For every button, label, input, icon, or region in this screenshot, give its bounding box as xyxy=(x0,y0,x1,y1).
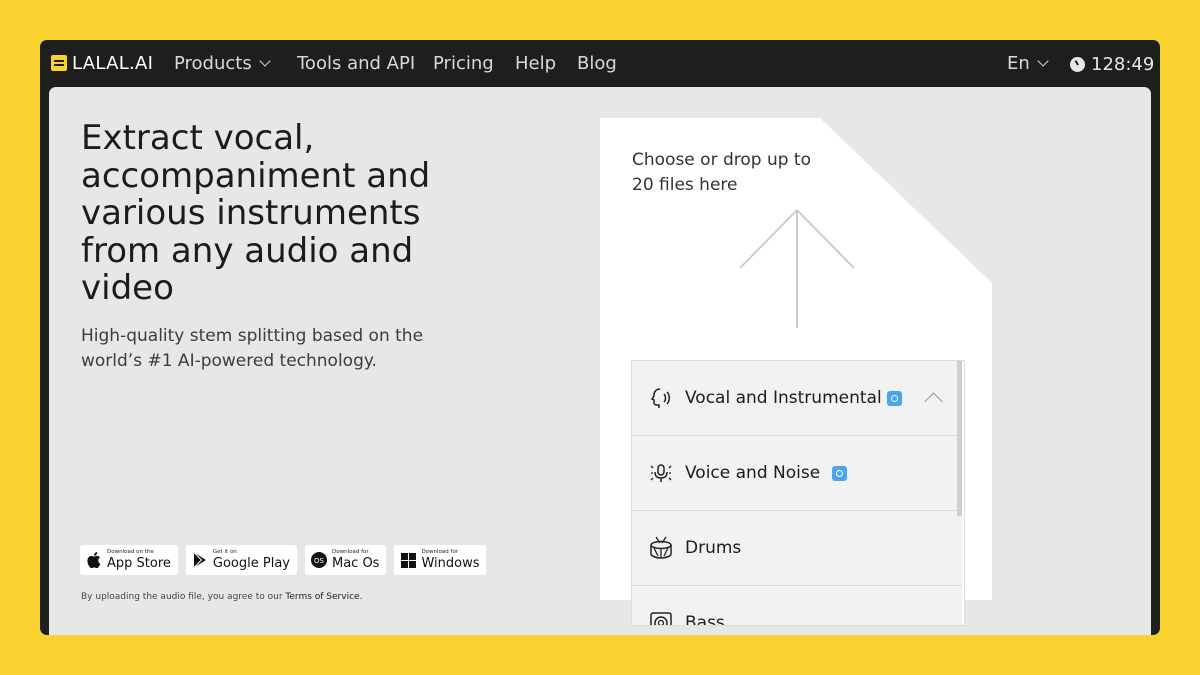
windows-icon xyxy=(400,552,416,568)
page-subtitle: High-quality stem splitting based on the… xyxy=(81,326,424,371)
app-store-small: Download on the xyxy=(107,549,154,556)
stem-label: Drums xyxy=(685,538,742,558)
stem-option-voice-noise[interactable]: Voice and Noise xyxy=(632,436,962,511)
macos-button[interactable]: OS Download for Mac Os xyxy=(304,545,387,575)
nav-products-label: Products xyxy=(174,53,252,74)
bass-speaker-icon xyxy=(648,610,674,625)
google-play-icon xyxy=(192,552,208,568)
microphone-noise-icon xyxy=(648,460,674,486)
stem-option-drums[interactable]: Drums xyxy=(632,511,962,586)
windows-button[interactable]: Download for Windows xyxy=(394,545,487,575)
stem-selector: Vocal and Instrumental Voice and Noise D… xyxy=(631,360,965,626)
premium-badge-icon xyxy=(832,465,848,481)
logo[interactable]: LALAL.AI xyxy=(51,51,153,75)
terms-prefix: By uploading the audio file, you agree t… xyxy=(81,592,283,602)
store-buttons: Download on the App Store Get it on Goog… xyxy=(80,545,487,575)
clock-icon xyxy=(1070,56,1085,72)
premium-badge-icon xyxy=(886,390,902,406)
terms-link[interactable]: Terms of Service. xyxy=(285,592,362,602)
nav-help[interactable]: Help xyxy=(515,52,556,76)
chevron-down-icon xyxy=(259,55,271,67)
stem-label: Vocal and Instrumental xyxy=(685,388,882,408)
app-store-button[interactable]: Download on the App Store xyxy=(80,545,178,575)
stem-option-vocal-instrumental[interactable]: Vocal and Instrumental xyxy=(632,361,962,436)
page-title: Extract vocal, accompaniment and various… xyxy=(81,118,431,308)
upload-arrow-icon xyxy=(739,209,855,328)
nav-pricing[interactable]: Pricing xyxy=(433,52,494,76)
windows-small: Download for xyxy=(421,549,459,556)
timer-value: 128:49 xyxy=(1091,53,1155,75)
top-nav: LALAL.AI Products Tools and API Pricing … xyxy=(40,40,1160,87)
nav-blog[interactable]: Blog xyxy=(577,52,617,76)
stem-list-scrollbar[interactable] xyxy=(957,361,962,516)
logo-icon xyxy=(51,55,67,71)
stem-label: Voice and Noise xyxy=(685,463,821,483)
macos-icon: OS xyxy=(310,552,327,568)
terms-notice: By uploading the audio file, you agree t… xyxy=(81,592,362,602)
stem-option-bass[interactable]: Bass xyxy=(632,586,962,626)
language-selector[interactable]: En xyxy=(1007,52,1049,76)
app-store-big: App Store xyxy=(107,555,171,571)
macos-small: Download for xyxy=(331,549,369,556)
app-window: LALAL.AI Products Tools and API Pricing … xyxy=(40,40,1160,635)
voice-head-icon xyxy=(648,385,674,411)
minutes-timer[interactable]: 128:49 xyxy=(1070,52,1154,76)
google-play-button[interactable]: Get it on Google Play xyxy=(185,545,297,575)
chevron-down-icon xyxy=(1037,55,1049,67)
apple-icon xyxy=(86,552,102,568)
google-play-small: Get it on xyxy=(212,549,237,556)
nav-products[interactable]: Products xyxy=(174,52,271,76)
macos-big: Mac Os xyxy=(331,555,380,571)
logo-text: LALAL.AI xyxy=(72,52,154,74)
google-play-big: Google Play xyxy=(212,555,290,571)
dropzone-text: Choose or drop up to 20 files here xyxy=(632,150,811,195)
main-content: Extract vocal, accompaniment and various… xyxy=(49,87,1151,635)
windows-big: Windows xyxy=(421,555,480,571)
stem-label: Bass xyxy=(685,613,725,626)
language-label: En xyxy=(1007,53,1030,74)
drum-icon xyxy=(648,535,674,561)
nav-tools[interactable]: Tools and API xyxy=(297,52,415,76)
svg-text:OS: OS xyxy=(314,557,325,565)
chevron-up-icon[interactable] xyxy=(924,392,943,411)
